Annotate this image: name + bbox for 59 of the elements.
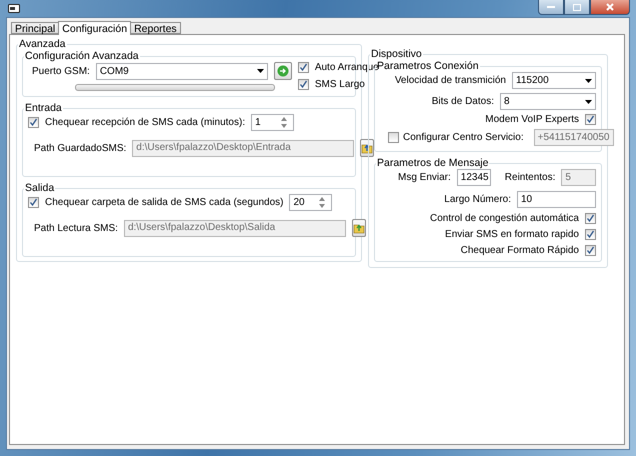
connect-button[interactable]	[274, 62, 292, 80]
number-spinner[interactable]: 20	[289, 194, 332, 211]
folder-icon	[361, 142, 374, 154]
number-spinner[interactable]: 1	[251, 114, 294, 131]
checkbox-label: Control de congestión automática	[430, 213, 579, 224]
dropdown-arrow-icon[interactable]	[256, 69, 264, 73]
maximize-icon	[573, 4, 581, 10]
text-field[interactable]: 12345	[456, 169, 491, 186]
group-title: Salida	[24, 182, 56, 194]
checkbox-label: Auto Arranque	[314, 62, 379, 73]
checkbox[interactable]	[298, 62, 309, 73]
group-title: Avanzada	[18, 38, 67, 50]
field-label: Largo Número:	[444, 194, 511, 205]
tab[interactable]: Reportes	[130, 22, 181, 34]
checkbox-label: SMS Largo	[314, 79, 365, 90]
field-label: Velocidad de transmición	[394, 75, 506, 86]
path-field[interactable]: d:\Users\fpalazzo\Desktop\Salida	[124, 220, 346, 236]
field-label: Msg Enviar:	[398, 172, 451, 183]
checkbox-label: Enviar SMS en formato rapido	[445, 229, 579, 240]
dropdown[interactable]: 115200	[512, 72, 596, 89]
checkbox-label: Configurar Centro Servicio:	[403, 132, 524, 143]
dropdown[interactable]: 8	[500, 93, 596, 110]
group-title: Entrada	[24, 102, 63, 114]
field-label: Reintentos:	[504, 172, 556, 183]
checkbox[interactable]	[298, 79, 309, 90]
dropdown[interactable]: COM9	[96, 62, 268, 80]
close-button[interactable]	[590, 0, 630, 15]
field-label: Puerto GSM:	[32, 66, 90, 76]
checkbox-label: Modem VoIP Experts	[485, 114, 579, 125]
browse-folder-button[interactable]	[352, 219, 366, 237]
group-title: Configuración Avanzada	[24, 50, 140, 62]
checkbox-label: Chequear recepción de SMS cada (minutos):	[45, 117, 246, 128]
maximize-button[interactable]	[564, 0, 590, 15]
checkbox[interactable]	[28, 197, 39, 208]
field-label: Path GuardadoSMS:	[34, 142, 126, 154]
app-icon	[8, 4, 20, 13]
path-field[interactable]: d:\Users\fpalazzo\Desktop\Entrada	[132, 140, 354, 156]
folder-icon	[352, 222, 365, 234]
group-title: Parametros Conexión	[377, 60, 480, 72]
minimize-icon	[547, 6, 555, 8]
checkbox[interactable]	[585, 245, 596, 256]
tab[interactable]: Principal	[11, 22, 60, 34]
group-title: Parametros de Mensaje	[376, 157, 490, 169]
checkbox[interactable]	[585, 229, 596, 240]
minimize-button[interactable]	[538, 0, 564, 15]
dropdown-arrow-icon[interactable]	[585, 100, 592, 104]
group-title: Dispositivo	[370, 48, 423, 60]
tab[interactable]: Configuración	[58, 21, 132, 35]
text-field[interactable]: 10	[517, 191, 596, 208]
browse-folder-button[interactable]	[360, 139, 374, 157]
checkbox[interactable]	[585, 213, 596, 224]
close-icon	[606, 3, 614, 11]
field-label: Path Lectura SMS:	[34, 222, 118, 234]
checkbox-label: Chequear carpeta de salida de SMS cada (segundos)	[45, 197, 284, 208]
dropdown-arrow-icon[interactable]	[585, 78, 592, 82]
checkbox[interactable]	[28, 117, 39, 128]
checkbox[interactable]	[585, 114, 596, 125]
field-label: Bits de Datos:	[432, 96, 494, 107]
checkbox-label: Chequear Formato Rápido	[460, 245, 579, 256]
